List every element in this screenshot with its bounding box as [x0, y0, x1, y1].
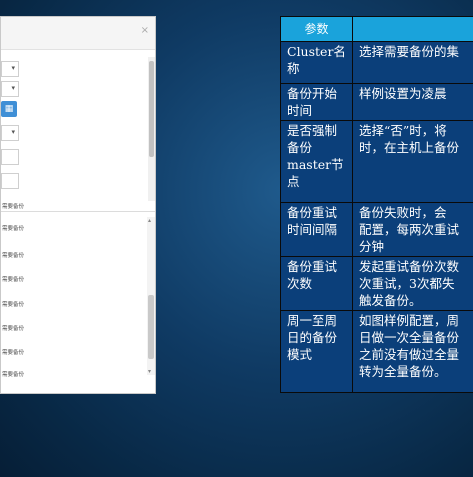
force-backup-select[interactable]: ▾ — [1, 125, 19, 141]
desc-line: 次重试，3次都失 — [359, 276, 455, 291]
desc-line: 选择“否”时，将 — [359, 123, 447, 138]
desc-line: 如图样例配置，周 — [359, 313, 460, 328]
header-description — [352, 16, 473, 42]
start-time-select[interactable]: ▾ — [1, 81, 19, 97]
desc-cell: 如图样例配置，周 日做一次全量备份 之前没有做过全量 转为全量备份。 — [352, 310, 473, 393]
desc-cell: 选择需要备份的集 — [352, 41, 473, 84]
param-cell: 备份重试次数 — [280, 256, 353, 311]
retry-interval-input[interactable] — [1, 149, 19, 165]
list-item[interactable]: 需要备份 — [2, 324, 24, 332]
desc-cell: 样例设置为凌晨 — [352, 83, 473, 121]
chevron-down-icon: ▾ — [11, 128, 15, 136]
desc-line: 分钟 — [359, 239, 385, 254]
chevron-down-icon: ▾ — [11, 84, 15, 92]
desc-line: 之前没有做过全量 — [359, 347, 460, 362]
form-scrollbar[interactable] — [148, 57, 155, 201]
desc-line: 发起重试备份次数 — [359, 259, 460, 274]
desc-line: 配置，每两次重试 — [359, 222, 460, 237]
list-item[interactable]: 需要备份 — [2, 275, 24, 283]
param-cell: 备份开始时间 — [280, 83, 353, 121]
param-cell: Cluster名称 — [280, 41, 353, 84]
table-row: 周一至周日的备份模式 如图样例配置，周 日做一次全量备份 之前没有做过全量 转为… — [280, 310, 473, 393]
param-cell: 是否强制备份master节点 — [280, 120, 353, 203]
parameter-table: 参数 Cluster名称 选择需要备份的集 备份开始时间 样例设置为凌晨 是否强… — [280, 16, 473, 393]
desc-line: 转为全量备份。 — [359, 364, 447, 379]
list-item[interactable]: 需要备份 — [2, 251, 24, 259]
desc-line: 日做一次全量备份 — [359, 330, 460, 345]
calendar-icon[interactable]: ▦ — [1, 101, 17, 117]
weekday-list — [1, 211, 155, 384]
list-item[interactable]: 需要备份 — [2, 300, 24, 308]
table-row: Cluster名称 选择需要备份的集 — [280, 41, 473, 84]
backup-form-screenshot: × ▾ ▾ ▦ ▾ 需要备份 需要备份 需要备份 需要备份 需要备份 需要备份 … — [0, 16, 156, 394]
table-row: 备份重试次数 发起重试备份次数 次重试，3次都失 触发备份。 — [280, 256, 473, 311]
table-row: 备份开始时间 样例设置为凌晨 — [280, 83, 473, 121]
header-param: 参数 — [280, 16, 353, 42]
list-item[interactable]: 需要备份 — [2, 348, 24, 356]
desc-line: 选择需要备份的集 — [359, 44, 460, 59]
desc-cell: 选择“否”时，将 时，在主机上备份 — [352, 120, 473, 203]
list-item[interactable]: 需要备份 — [2, 370, 24, 378]
desc-line: 时，在主机上备份 — [359, 140, 460, 155]
retry-count-input[interactable] — [1, 173, 19, 189]
desc-line: 触发备份。 — [359, 293, 422, 308]
param-cell: 备份重试时间间隔 — [280, 202, 353, 257]
cluster-select[interactable]: ▾ — [1, 61, 19, 77]
scroll-down-icon[interactable]: ▾ — [148, 368, 151, 375]
dialog-header: × — [1, 17, 155, 50]
form-label: 需要备份 — [2, 204, 25, 210]
table-row: 备份重试时间间隔 备份失败时，会 配置，每两次重试 分钟 — [280, 202, 473, 257]
close-icon[interactable]: × — [141, 25, 149, 36]
desc-cell: 备份失败时，会 配置，每两次重试 分钟 — [352, 202, 473, 257]
chevron-down-icon: ▾ — [11, 64, 15, 72]
table-row: 是否强制备份master节点 选择“否”时，将 时，在主机上备份 — [280, 120, 473, 203]
list-scrollbar[interactable]: ▴ ▾ — [147, 217, 155, 375]
desc-line: 样例设置为凌晨 — [359, 86, 447, 101]
param-cell: 周一至周日的备份模式 — [280, 310, 353, 393]
desc-line: 备份失败时，会 — [359, 205, 447, 220]
desc-cell: 发起重试备份次数 次重试，3次都失 触发备份。 — [352, 256, 473, 311]
scroll-up-icon[interactable]: ▴ — [148, 217, 151, 224]
list-item[interactable]: 需要备份 — [2, 224, 24, 232]
